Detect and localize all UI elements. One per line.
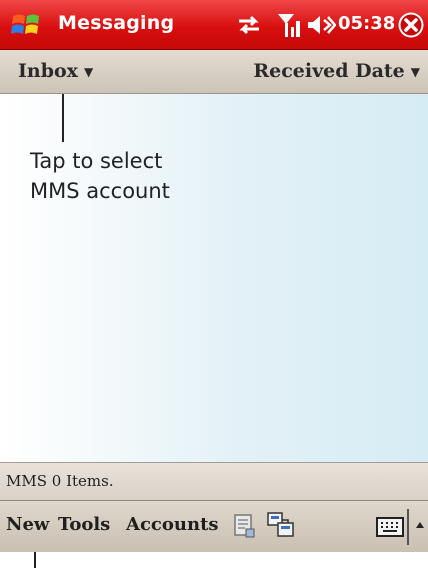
send-receive-icon[interactable]	[232, 513, 256, 539]
windows-start-icon[interactable]	[10, 10, 42, 40]
volume-icon[interactable]	[306, 13, 336, 37]
sync-icon[interactable]	[236, 14, 262, 36]
status-bar: MMS 0 Items.	[0, 462, 428, 500]
title-bar: Messaging 05:38	[0, 0, 428, 50]
status-text: MMS 0 Items.	[6, 472, 114, 490]
callout-line-bottom	[34, 552, 36, 568]
accounts-menu[interactable]: Accounts	[126, 514, 219, 535]
list-header: Inbox ▼ Received Date ▼	[0, 50, 428, 94]
callout-line-1: Tap to select	[30, 149, 163, 173]
sip-arrow-icon[interactable]	[414, 516, 426, 536]
new-menu[interactable]: New	[6, 514, 49, 535]
close-icon[interactable]	[397, 11, 425, 39]
clock[interactable]: 05:38	[338, 13, 395, 34]
bottom-strip	[0, 552, 428, 568]
keyboard-icon[interactable]	[376, 517, 404, 537]
chevron-down-icon: ▼	[84, 65, 94, 79]
menu-bar: New Tools Accounts	[0, 500, 428, 552]
folder-view-icon[interactable]	[266, 511, 296, 539]
tools-menu[interactable]: Tools	[58, 514, 110, 535]
callout-line	[62, 94, 64, 142]
callout-line-2: MMS account	[30, 179, 170, 203]
signal-icon[interactable]	[276, 11, 302, 39]
callout-annotation: Tap to select MMS account	[30, 146, 230, 206]
sort-dropdown-label: Received Date	[253, 60, 405, 82]
sip-divider	[407, 509, 409, 545]
folder-dropdown[interactable]: Inbox ▼	[18, 60, 93, 82]
sort-dropdown[interactable]: Received Date ▼	[253, 60, 420, 82]
chevron-down-icon: ▼	[410, 65, 420, 79]
app-title: Messaging	[58, 12, 175, 34]
folder-dropdown-label: Inbox	[18, 60, 78, 82]
